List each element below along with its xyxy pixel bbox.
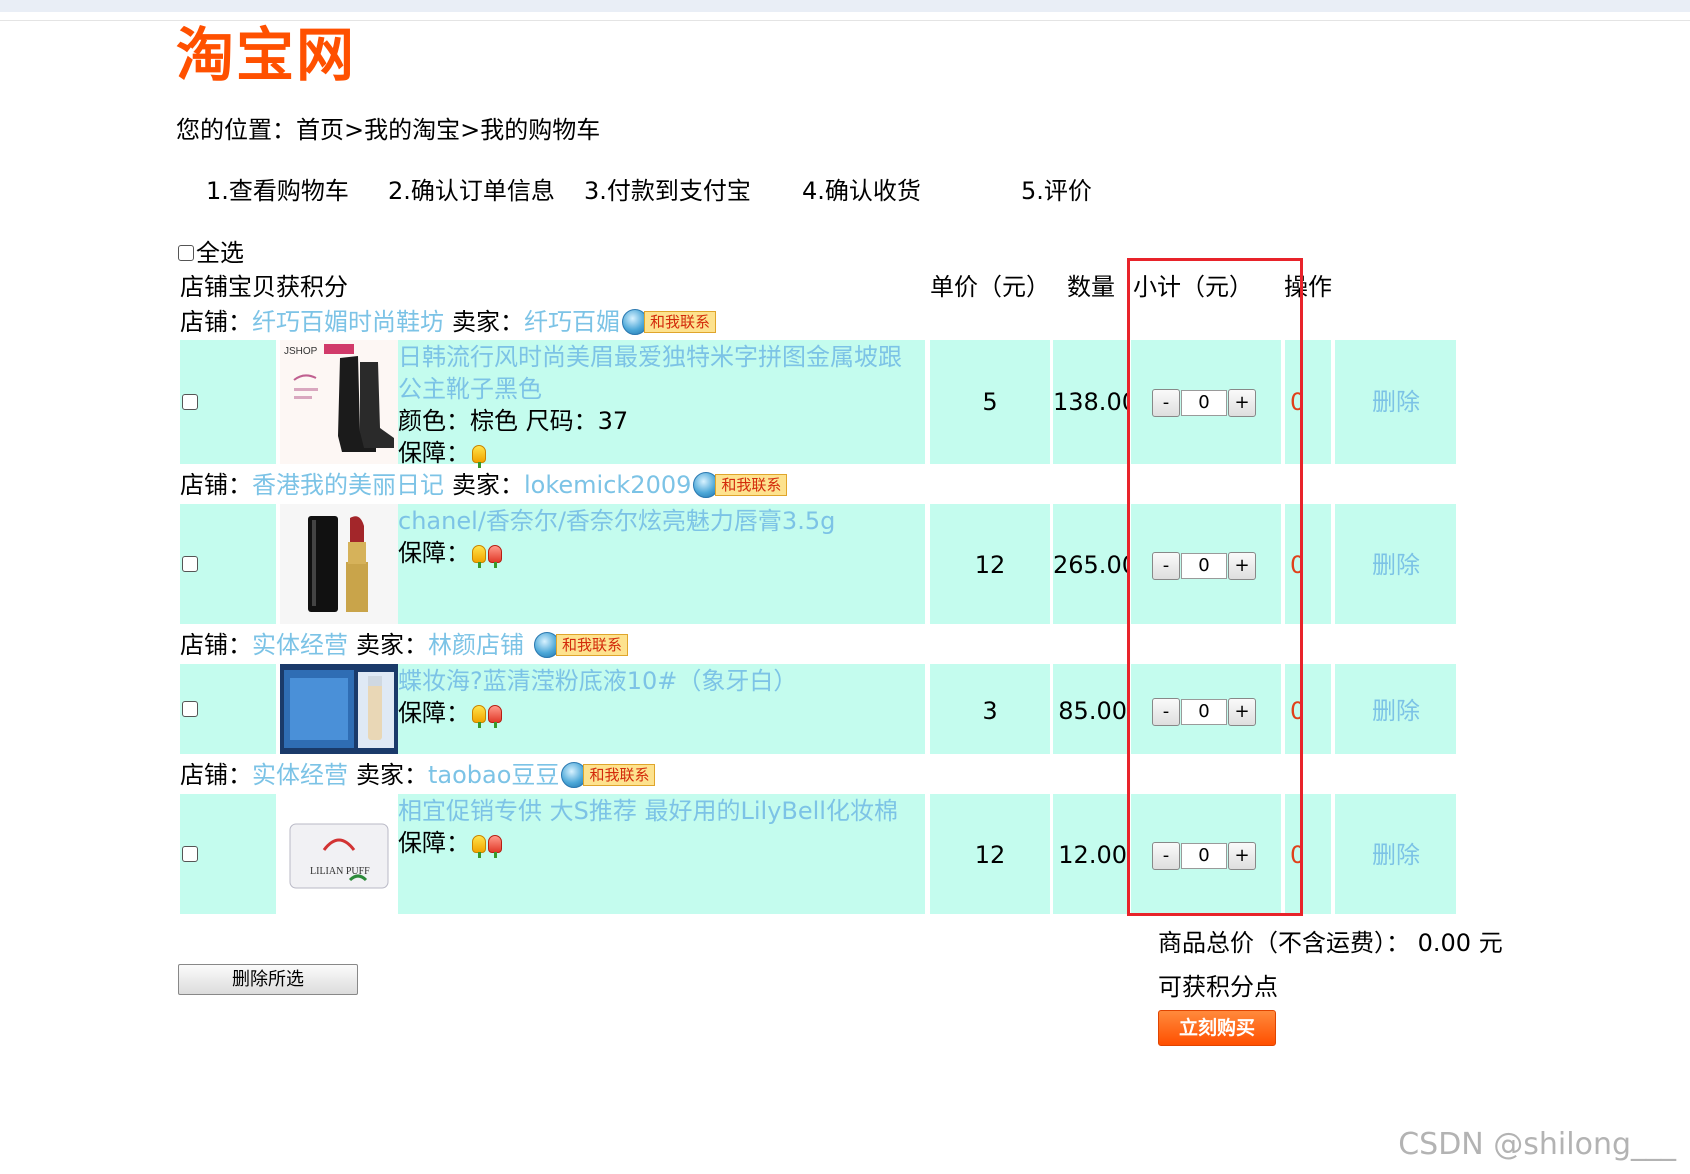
item-price: 138.00 — [1053, 388, 1127, 416]
points-label: 可获积分点 — [1158, 973, 1278, 1001]
product-image-boots[interactable]: JSHOP — [280, 340, 398, 464]
authentic-guarantee-icon — [488, 705, 502, 728]
item-price: 265.00 — [1053, 551, 1127, 579]
authentic-guarantee-icon — [488, 835, 502, 858]
guarantee-icon — [472, 835, 486, 858]
guarantee-icon — [472, 445, 486, 468]
select-all-checkbox[interactable] — [178, 245, 194, 261]
item-price: 12.00 — [1058, 841, 1127, 869]
header-product: 店铺宝贝获积分 — [180, 273, 348, 301]
contact-seller-button[interactable]: 和我联系 — [693, 472, 788, 498]
delete-item-link[interactable]: 删除 — [1372, 694, 1420, 728]
contact-seller-button[interactable]: 和我联系 — [534, 632, 629, 658]
seller-label: 卖家： — [452, 471, 524, 499]
item-checkbox[interactable] — [182, 556, 198, 572]
item-points: 12 — [974, 841, 1006, 869]
shop-row: 店铺： 香港我的美丽日记 卖家： lokemick2009 和我联系 — [180, 468, 788, 502]
select-all[interactable]: 全选 — [178, 236, 244, 270]
item-checkbox[interactable] — [182, 394, 198, 410]
seller-label: 卖家： — [452, 308, 524, 336]
product-info-cell: 蝶妆海?蓝清滢粉底液10#（象牙白） 保障： — [398, 664, 925, 754]
taobao-logo[interactable]: 淘宝网 — [176, 20, 356, 90]
shop-row: 店铺： 实体经营 卖家： 林颜店铺 和我联系 — [180, 628, 629, 662]
browser-top-strip — [0, 0, 1690, 12]
delete-item-link[interactable]: 删除 — [1372, 548, 1420, 582]
shop-link[interactable]: 实体经营 — [252, 758, 348, 792]
guarantee-label: 保障： — [398, 829, 470, 857]
total-price: 商品总价（不含运费）： 0.00 元 — [1158, 926, 1503, 960]
svg-text:JSHOP: JSHOP — [284, 346, 318, 357]
product-info-cell: 相宜促销专供 大S推荐 最好用的LilyBell化妆棉 保障： — [398, 794, 925, 914]
buy-now-button[interactable]: 立刻购买 — [1158, 1010, 1276, 1046]
shop-label: 店铺： — [180, 471, 252, 499]
boots-icon: JSHOP — [280, 340, 398, 464]
header-quantity: 数量 — [1067, 273, 1115, 301]
shop-row: 店铺： 实体经营 卖家： taobao豆豆 和我联系 — [180, 758, 656, 792]
contact-seller-button[interactable]: 和我联系 — [622, 309, 717, 335]
product-title-link[interactable]: 蝶妆海?蓝清滢粉底液10#（象牙白） — [398, 664, 925, 697]
product-title-link[interactable]: 相宜促销专供 大S推荐 最好用的LilyBell化妆棉 — [398, 794, 925, 827]
shop-link[interactable]: 实体经营 — [252, 628, 348, 662]
shop-link[interactable]: 纤巧百媚时尚鞋坊 — [252, 305, 444, 339]
step-pay-alipay: 3.付款到支付宝 — [584, 177, 751, 205]
contact-label: 和我联系 — [556, 634, 629, 656]
item-price: 85.00 — [1058, 697, 1127, 725]
guarantee-label: 保障： — [398, 699, 470, 727]
guarantee-icon — [472, 545, 486, 568]
contact-label: 和我联系 — [644, 311, 717, 333]
shop-label: 店铺： — [180, 308, 252, 336]
item-points: 3 — [982, 697, 998, 725]
product-image-cotton-pads[interactable]: LILIAN PUFF — [280, 794, 398, 914]
product-title-link[interactable]: 日韩流行风时尚美眉最爱独特米字拼图金属坡跟公主靴子黑色 — [398, 340, 925, 405]
guarantee-label: 保障： — [398, 539, 470, 567]
seller-label: 卖家： — [356, 761, 428, 789]
seller-link[interactable]: taobao豆豆 — [428, 758, 559, 792]
lipstick-icon — [280, 504, 398, 624]
authentic-guarantee-icon — [488, 545, 502, 568]
item-points: 12 — [974, 551, 1006, 579]
contact-label: 和我联系 — [715, 474, 788, 496]
foundation-icon — [280, 664, 398, 754]
total-value: 0.00 元 — [1417, 929, 1503, 957]
total-label: 商品总价（不含运费）： — [1158, 929, 1410, 957]
seller-label: 卖家： — [356, 631, 428, 659]
step-confirm-order: 2.确认订单信息 — [388, 177, 555, 205]
guarantee-icon — [472, 705, 486, 728]
shop-row: 店铺： 纤巧百媚时尚鞋坊 卖家： 纤巧百媚 和我联系 — [180, 305, 717, 339]
product-attributes: 颜色：棕色 尺码：37 — [398, 407, 629, 435]
product-title-link[interactable]: chanel/香奈尔/香奈尔炫亮魅力唇膏3.5g — [398, 504, 925, 537]
step-view-cart: 1.查看购物车 — [206, 177, 349, 205]
select-all-label: 全选 — [196, 239, 244, 267]
product-info-cell: 日韩流行风时尚美眉最爱独特米字拼图金属坡跟公主靴子黑色 颜色：棕色 尺码：37 … — [398, 340, 925, 468]
delete-item-link[interactable]: 删除 — [1372, 838, 1420, 872]
seller-link[interactable]: 林颜店铺 — [428, 628, 524, 662]
breadcrumb: 您的位置：首页>我的淘宝>我的购物车 — [176, 116, 601, 144]
shop-link[interactable]: 香港我的美丽日记 — [252, 468, 444, 502]
product-info-cell: chanel/香奈尔/香奈尔炫亮魅力唇膏3.5g 保障： — [398, 504, 925, 624]
guarantee-row: 保障： — [398, 827, 925, 859]
contact-label: 和我联系 — [583, 764, 656, 786]
delete-selected-button[interactable]: 删除所选 — [178, 964, 358, 995]
step-confirm-receipt: 4.确认收货 — [802, 177, 921, 205]
header-unit-price: 单价（元） — [930, 273, 1050, 301]
product-image-foundation[interactable] — [280, 664, 398, 754]
shop-label: 店铺： — [180, 761, 252, 789]
contact-seller-button[interactable]: 和我联系 — [561, 762, 656, 788]
watermark: CSDN @shilong___ — [1398, 1127, 1676, 1162]
product-image-lipstick[interactable] — [280, 504, 398, 624]
cotton-pads-icon: LILIAN PUFF — [280, 794, 398, 914]
item-points: 5 — [982, 388, 998, 416]
guarantee-label: 保障： — [398, 439, 470, 467]
seller-link[interactable]: 纤巧百媚 — [524, 305, 620, 339]
seller-link[interactable]: lokemick2009 — [524, 468, 691, 502]
delete-item-link[interactable]: 删除 — [1372, 385, 1420, 419]
shop-label: 店铺： — [180, 631, 252, 659]
annotation-highlight-box — [1127, 258, 1303, 916]
item-checkbox[interactable] — [182, 701, 198, 717]
guarantee-row: 保障： — [398, 697, 925, 729]
item-checkbox[interactable] — [182, 846, 198, 862]
step-review: 5.评价 — [1021, 177, 1092, 205]
guarantee-row: 保障： — [398, 537, 925, 569]
guarantee-row: 保障： — [398, 437, 925, 469]
